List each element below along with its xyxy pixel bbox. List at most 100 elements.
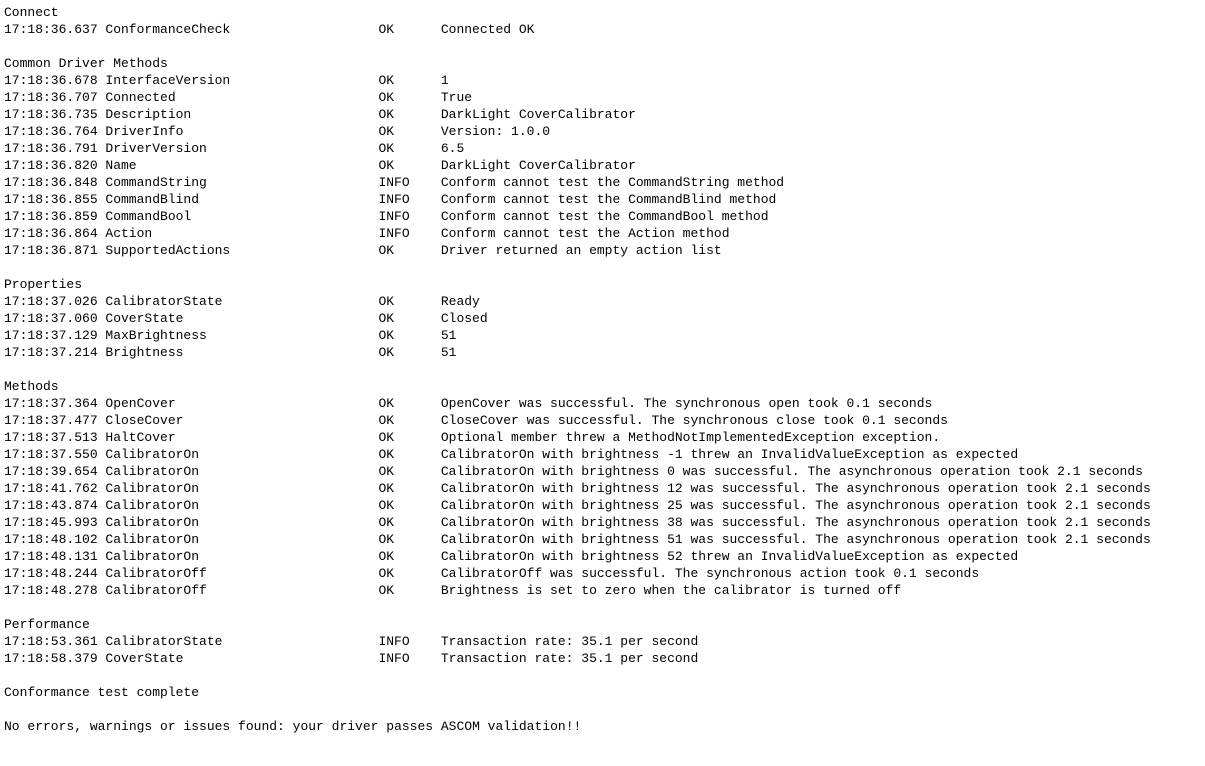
log-method-name: CalibratorOff: [105, 582, 378, 599]
log-method-name: CalibratorState: [105, 633, 378, 650]
log-timestamp: 17:18:39.654: [4, 463, 105, 480]
log-timestamp: 17:18:36.848: [4, 174, 105, 191]
log-message: CloseCover was successful. The synchrono…: [441, 412, 948, 429]
log-status: OK: [378, 514, 440, 531]
log-message: OpenCover was successful. The synchronou…: [441, 395, 932, 412]
log-method-name: InterfaceVersion: [105, 72, 378, 89]
log-status: OK: [378, 565, 440, 582]
log-status: OK: [378, 157, 440, 174]
log-message: DarkLight CoverCalibrator: [441, 106, 636, 123]
log-message: Optional member threw a MethodNotImpleme…: [441, 429, 940, 446]
blank-line: [4, 701, 1201, 718]
log-method-name: CalibratorOn: [105, 514, 378, 531]
log-timestamp: 17:18:36.871: [4, 242, 105, 259]
log-status: OK: [378, 344, 440, 361]
log-method-name: HaltCover: [105, 429, 378, 446]
log-status: INFO: [378, 633, 440, 650]
log-message: Transaction rate: 35.1 per second: [441, 633, 698, 650]
log-timestamp: 17:18:37.477: [4, 412, 105, 429]
log-row: 17:18:37.550CalibratorOnOKCalibratorOn w…: [4, 446, 1201, 463]
log-timestamp: 17:18:41.762: [4, 480, 105, 497]
log-row: 17:18:48.244CalibratorOffOKCalibratorOff…: [4, 565, 1201, 582]
log-message: Conform cannot test the CommandString me…: [441, 174, 784, 191]
log-timestamp: 17:18:36.707: [4, 89, 105, 106]
log-row: 17:18:36.848CommandStringINFOConform can…: [4, 174, 1201, 191]
log-row: 17:18:36.864ActionINFOConform cannot tes…: [4, 225, 1201, 242]
section-title: Common Driver Methods: [4, 55, 1201, 72]
blank-line: [4, 259, 1201, 276]
log-row: 17:18:48.131CalibratorOnOKCalibratorOn w…: [4, 548, 1201, 565]
conformance-log: Connect17:18:36.637ConformanceCheckOKCon…: [4, 4, 1201, 735]
log-message: CalibratorOn with brightness 38 was succ…: [441, 514, 1151, 531]
log-timestamp: 17:18:36.764: [4, 123, 105, 140]
log-timestamp: 17:18:37.214: [4, 344, 105, 361]
log-status: OK: [378, 582, 440, 599]
log-status: OK: [378, 395, 440, 412]
log-method-name: Name: [105, 157, 378, 174]
blank-line: [4, 361, 1201, 378]
log-message: Connected OK: [441, 21, 535, 38]
log-method-name: Description: [105, 106, 378, 123]
log-row: 17:18:37.129MaxBrightnessOK51: [4, 327, 1201, 344]
log-row: 17:18:36.855CommandBlindINFOConform cann…: [4, 191, 1201, 208]
log-status: OK: [378, 497, 440, 514]
log-message: DarkLight CoverCalibrator: [441, 157, 636, 174]
log-status: OK: [378, 310, 440, 327]
log-status: OK: [378, 89, 440, 106]
log-method-name: OpenCover: [105, 395, 378, 412]
log-method-name: CommandBool: [105, 208, 378, 225]
log-message: Ready: [441, 293, 480, 310]
log-timestamp: 17:18:36.855: [4, 191, 105, 208]
log-timestamp: 17:18:36.678: [4, 72, 105, 89]
log-timestamp: 17:18:58.379: [4, 650, 105, 667]
log-timestamp: 17:18:36.637: [4, 21, 105, 38]
log-message: CalibratorOn with brightness 12 was succ…: [441, 480, 1151, 497]
log-row: 17:18:39.654CalibratorOnOKCalibratorOn w…: [4, 463, 1201, 480]
log-timestamp: 17:18:36.864: [4, 225, 105, 242]
blank-line: [4, 38, 1201, 55]
log-timestamp: 17:18:37.129: [4, 327, 105, 344]
log-message: Brightness is set to zero when the calib…: [441, 582, 901, 599]
log-row: 17:18:36.871SupportedActionsOKDriver ret…: [4, 242, 1201, 259]
log-timestamp: 17:18:36.735: [4, 106, 105, 123]
log-row: 17:18:36.859CommandBoolINFOConform canno…: [4, 208, 1201, 225]
log-row: 17:18:36.820NameOKDarkLight CoverCalibra…: [4, 157, 1201, 174]
log-method-name: CalibratorOn: [105, 480, 378, 497]
log-method-name: ConformanceCheck: [105, 21, 378, 38]
log-row: 17:18:45.993CalibratorOnOKCalibratorOn w…: [4, 514, 1201, 531]
log-timestamp: 17:18:48.131: [4, 548, 105, 565]
log-message: Conform cannot test the CommandBlind met…: [441, 191, 776, 208]
log-method-name: CalibratorOn: [105, 531, 378, 548]
log-method-name: CalibratorOn: [105, 497, 378, 514]
log-status: INFO: [378, 191, 440, 208]
log-message: Closed: [441, 310, 488, 327]
log-status: OK: [378, 327, 440, 344]
log-method-name: CalibratorOn: [105, 463, 378, 480]
log-method-name: CalibratorOn: [105, 446, 378, 463]
log-timestamp: 17:18:37.550: [4, 446, 105, 463]
log-message: Version: 1.0.0: [441, 123, 550, 140]
log-message: CalibratorOn with brightness -1 threw an…: [441, 446, 1018, 463]
log-message: 51: [441, 327, 457, 344]
log-status: OK: [378, 548, 440, 565]
log-message: True: [441, 89, 472, 106]
section-title: Methods: [4, 378, 1201, 395]
log-message: CalibratorOn with brightness 51 was succ…: [441, 531, 1151, 548]
log-message: 51: [441, 344, 457, 361]
log-row: 17:18:53.361CalibratorStateINFOTransacti…: [4, 633, 1201, 650]
log-message: 6.5: [441, 140, 464, 157]
log-status: OK: [378, 21, 440, 38]
log-timestamp: 17:18:36.791: [4, 140, 105, 157]
log-timestamp: 17:18:36.859: [4, 208, 105, 225]
log-row: 17:18:37.214BrightnessOK51: [4, 344, 1201, 361]
log-status: OK: [378, 242, 440, 259]
log-row: 17:18:36.735DescriptionOKDarkLight Cover…: [4, 106, 1201, 123]
log-row: 17:18:36.637ConformanceCheckOKConnected …: [4, 21, 1201, 38]
log-method-name: DriverInfo: [105, 123, 378, 140]
log-method-name: CalibratorOff: [105, 565, 378, 582]
log-row: 17:18:36.791DriverVersionOK6.5: [4, 140, 1201, 157]
blank-line: [4, 667, 1201, 684]
log-method-name: Connected: [105, 89, 378, 106]
log-timestamp: 17:18:43.874: [4, 497, 105, 514]
log-row: 17:18:43.874CalibratorOnOKCalibratorOn w…: [4, 497, 1201, 514]
